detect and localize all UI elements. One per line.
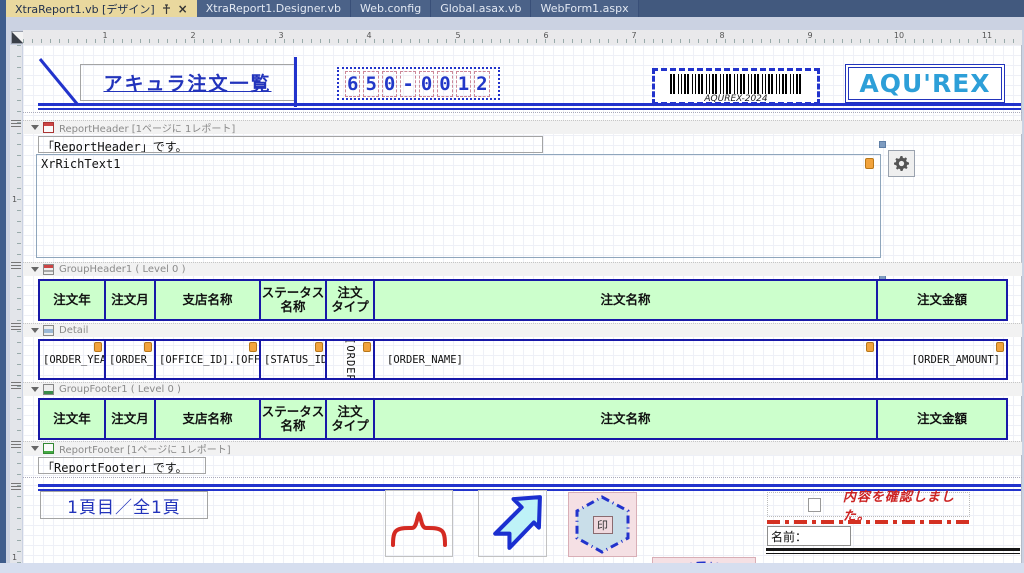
top-double-line-shape[interactable] (38, 103, 1021, 110)
band-strip-group-header[interactable]: GroupHeader1 ( Level 0 ) (23, 262, 1022, 276)
footer-cell[interactable]: 注文名称 (373, 398, 878, 440)
postal-code-box[interactable]: 650-0012 (337, 67, 500, 100)
detail-cell-vertical[interactable]: [ORDER (325, 339, 375, 380)
detail-band-icon (43, 325, 54, 336)
detail-cell[interactable]: [ORDER_NAME] (373, 339, 878, 380)
document-tab-bar: XtraReport1.vb [デザイン] × XtraReport1.Desi… (6, 0, 1024, 17)
header-cell[interactable]: 注文年 (38, 279, 106, 321)
horizontal-ruler: 1 2 3 4 5 6 7 8 9 10 11 (23, 30, 1022, 45)
design-surface: アキュラ注文一覧 650-0012 AQUREX-2024 AQU'REX Re… (23, 45, 1022, 563)
footer-cell[interactable]: ステータス 名称 (259, 398, 327, 440)
smart-tag-marker[interactable] (144, 342, 152, 352)
selection-handle[interactable] (879, 141, 886, 148)
tab-global-asax[interactable]: Global.asax.vb (431, 0, 531, 17)
vertical-line-shape[interactable] (294, 57, 297, 107)
gear-icon (894, 156, 909, 171)
collapse-triangle-icon[interactable] (31, 267, 39, 272)
collapse-triangle-icon[interactable] (31, 125, 39, 130)
report-footer-caption-label[interactable]: 「ReportFooter」です。 (38, 457, 206, 474)
window-left-edge (0, 0, 6, 563)
report-footer-band-icon (43, 443, 54, 454)
window-bottom-strip (0, 563, 1024, 573)
group-footer-table: 注文年 注文月 支店名称 ステータス 名称 注文 タイプ 注文名称 注文金額 (38, 398, 1008, 440)
band-boundary-line (23, 477, 1022, 478)
report-header-caption-label[interactable]: 「ReportHeader」です。 (38, 136, 543, 153)
pin-icon[interactable] (162, 4, 171, 14)
brace-icon (386, 491, 452, 556)
header-cell[interactable]: 注文 タイプ (325, 279, 375, 321)
barcode-bars (670, 74, 802, 94)
smart-tag-marker[interactable] (363, 342, 371, 352)
header-cell[interactable]: 注文金額 (876, 279, 1008, 321)
report-header-band-icon (43, 122, 54, 133)
detail-cell[interactable]: [ORDER_ (104, 339, 156, 380)
black-double-line-shape[interactable] (766, 548, 1020, 554)
page-info-label[interactable]: 1頁目／全1頁 (40, 491, 208, 519)
footer-cell[interactable]: 注文年 (38, 398, 106, 440)
header-cell[interactable]: 注文月 (104, 279, 156, 321)
barcode-control[interactable]: AQUREX-2024 (652, 68, 820, 105)
name-label[interactable]: 名前： (767, 526, 851, 546)
detail-table: [ORDER_YEA [ORDER_ [OFFICE_ID].[OFFIC [S… (38, 339, 1008, 380)
footer-cell[interactable]: 支店名称 (154, 398, 261, 440)
detail-cell[interactable]: [OFFICE_ID].[OFFIC (154, 339, 261, 380)
diagonal-line-shape[interactable] (38, 57, 80, 107)
collapse-triangle-icon[interactable] (31, 328, 39, 333)
band-strip-report-footer[interactable]: ReportFooter [1ページに 1レポート] (23, 441, 1022, 455)
close-icon[interactable]: × (178, 3, 188, 15)
smart-tag-marker[interactable] (315, 342, 323, 352)
arrow-ne-icon (479, 491, 546, 556)
red-dashdot-line-shape[interactable] (767, 520, 972, 524)
footer-cell[interactable]: 注文金額 (876, 398, 1008, 440)
header-cell[interactable]: 注文名称 (373, 279, 878, 321)
band-strip-detail[interactable]: Detail (23, 323, 1022, 337)
footer-cell[interactable]: 注文月 (104, 398, 156, 440)
collapse-triangle-icon[interactable] (31, 446, 39, 451)
arrow-shape[interactable] (478, 490, 547, 557)
hexagon-stamp-shape[interactable]: 印 (568, 492, 637, 557)
logo-label[interactable]: AQU'REX (845, 64, 1005, 103)
smart-tag-marker[interactable] (865, 158, 874, 169)
vertical-ruler: 1 1 (10, 45, 22, 563)
smart-tag-marker[interactable] (94, 342, 102, 352)
smart-tag-marker[interactable] (996, 342, 1004, 352)
tab-xtrareport-design[interactable]: XtraReport1.vb [デザイン] × (6, 0, 197, 17)
collapse-triangle-icon[interactable] (31, 387, 39, 392)
detail-cell[interactable]: [STATUS_ID (259, 339, 327, 380)
tab-label: XtraReport1.vb [デザイン] (15, 1, 155, 17)
header-cell[interactable]: ステータス 名称 (259, 279, 327, 321)
smart-tag-marker[interactable] (249, 342, 257, 352)
report-title-label[interactable]: アキュラ注文一覧 (80, 64, 295, 101)
footer-cell[interactable]: 注文 タイプ (325, 398, 375, 440)
header-cell[interactable]: 支店名称 (154, 279, 261, 321)
report-designer-window: XtraReport1.vb [デザイン] × XtraReport1.Desi… (0, 0, 1024, 573)
band-boundary-line (23, 112, 1022, 113)
group-header-band-icon (43, 264, 54, 275)
group-footer-band-icon (43, 384, 54, 395)
tab-designer-vb[interactable]: XtraReport1.Designer.vb (197, 0, 351, 17)
confirm-checkbox[interactable] (808, 498, 821, 512)
brace-shape[interactable] (385, 490, 453, 557)
band-strip-group-footer[interactable]: GroupFooter1 ( Level 0 ) (23, 382, 1022, 396)
rich-text-control[interactable]: XrRichText1 (36, 154, 881, 258)
confirm-panel: 内容を確認しました。 (767, 492, 970, 517)
smart-tag-gear-button[interactable] (888, 150, 915, 177)
detail-cell[interactable]: [ORDER_YEA (38, 339, 106, 380)
confirm-label: 内容を確認しました。 (843, 486, 969, 524)
tab-web-config[interactable]: Web.config (351, 0, 431, 17)
tab-webform1[interactable]: WebForm1.aspx (531, 0, 638, 17)
detail-cell[interactable]: [ORDER_AMOUNT] (876, 339, 1008, 380)
smart-tag-marker[interactable] (866, 342, 874, 352)
group-header-table: 注文年 注文月 支店名称 ステータス 名称 注文 タイプ 注文名称 注文金額 (38, 279, 1008, 321)
stamp-seal-label: 印 (593, 516, 613, 534)
band-strip-report-header[interactable]: ReportHeader [1ページに 1レポート] (23, 120, 1022, 134)
